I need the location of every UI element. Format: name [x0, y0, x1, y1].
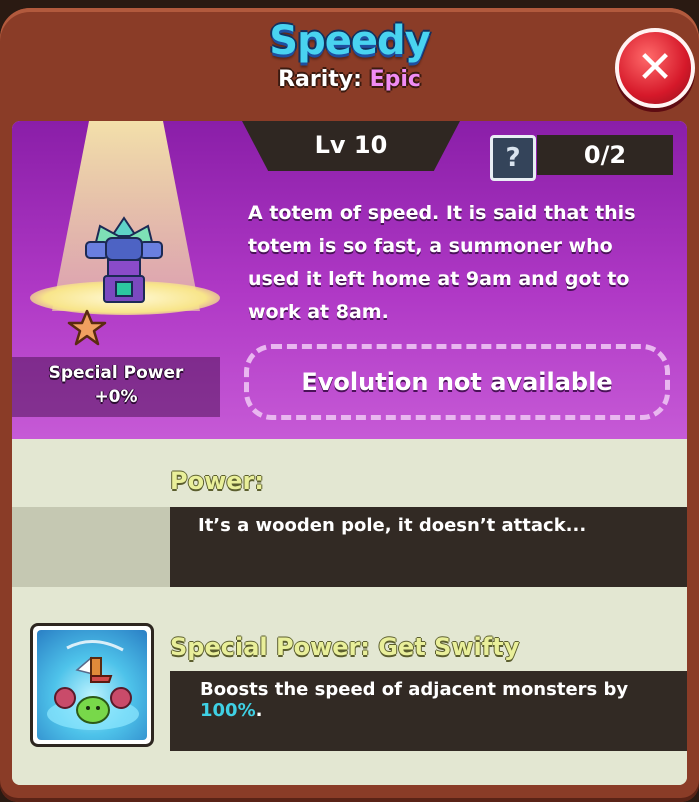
- monster-description: A totem of speed. It is said that this t…: [248, 202, 636, 323]
- power-heading: Power:: [170, 467, 264, 495]
- question-icon: ?: [505, 143, 521, 173]
- evolution-status-button: Evolution not available: [244, 344, 670, 420]
- power-description: It’s a wooden pole, it doesn’t attack...: [170, 507, 687, 587]
- rarity-label: Rarity:: [278, 67, 362, 92]
- rarity-line: Rarity: Epic: [0, 67, 699, 92]
- winged-boot-icon: [47, 640, 139, 730]
- special-power-stat-label: Special Power: [48, 363, 184, 383]
- special-power-icon: [30, 623, 154, 747]
- level-tab: Lv 10: [242, 121, 460, 171]
- evolution-count: 0/2: [537, 135, 673, 175]
- close-button[interactable]: ✕: [615, 28, 695, 108]
- star-icon: [67, 309, 107, 346]
- monster-showcase: Special Power +0% Lv 10 ? 0/2 A totem of…: [12, 121, 687, 439]
- special-power-heading: Special Power: Get Swifty: [170, 633, 520, 661]
- special-power-stat-value: +0%: [94, 387, 138, 407]
- totem-monster-image: [85, 216, 163, 303]
- rarity-value: Epic: [369, 67, 421, 92]
- special-power-stat: Special Power +0%: [12, 357, 220, 417]
- monster-name: Speedy: [269, 18, 430, 64]
- help-button[interactable]: ?: [490, 135, 536, 181]
- special-power-percent: 100%: [200, 700, 256, 721]
- special-power-description: Boosts the speed of adjacent monsters by…: [170, 671, 687, 751]
- special-power-description-end: .: [255, 700, 263, 721]
- power-row-spacer: [12, 507, 170, 587]
- close-icon: ✕: [636, 42, 674, 93]
- details-card: Special Power +0% Lv 10 ? 0/2 A totem of…: [12, 121, 687, 785]
- special-power-description-text: Boosts the speed of adjacent monsters by: [200, 679, 629, 700]
